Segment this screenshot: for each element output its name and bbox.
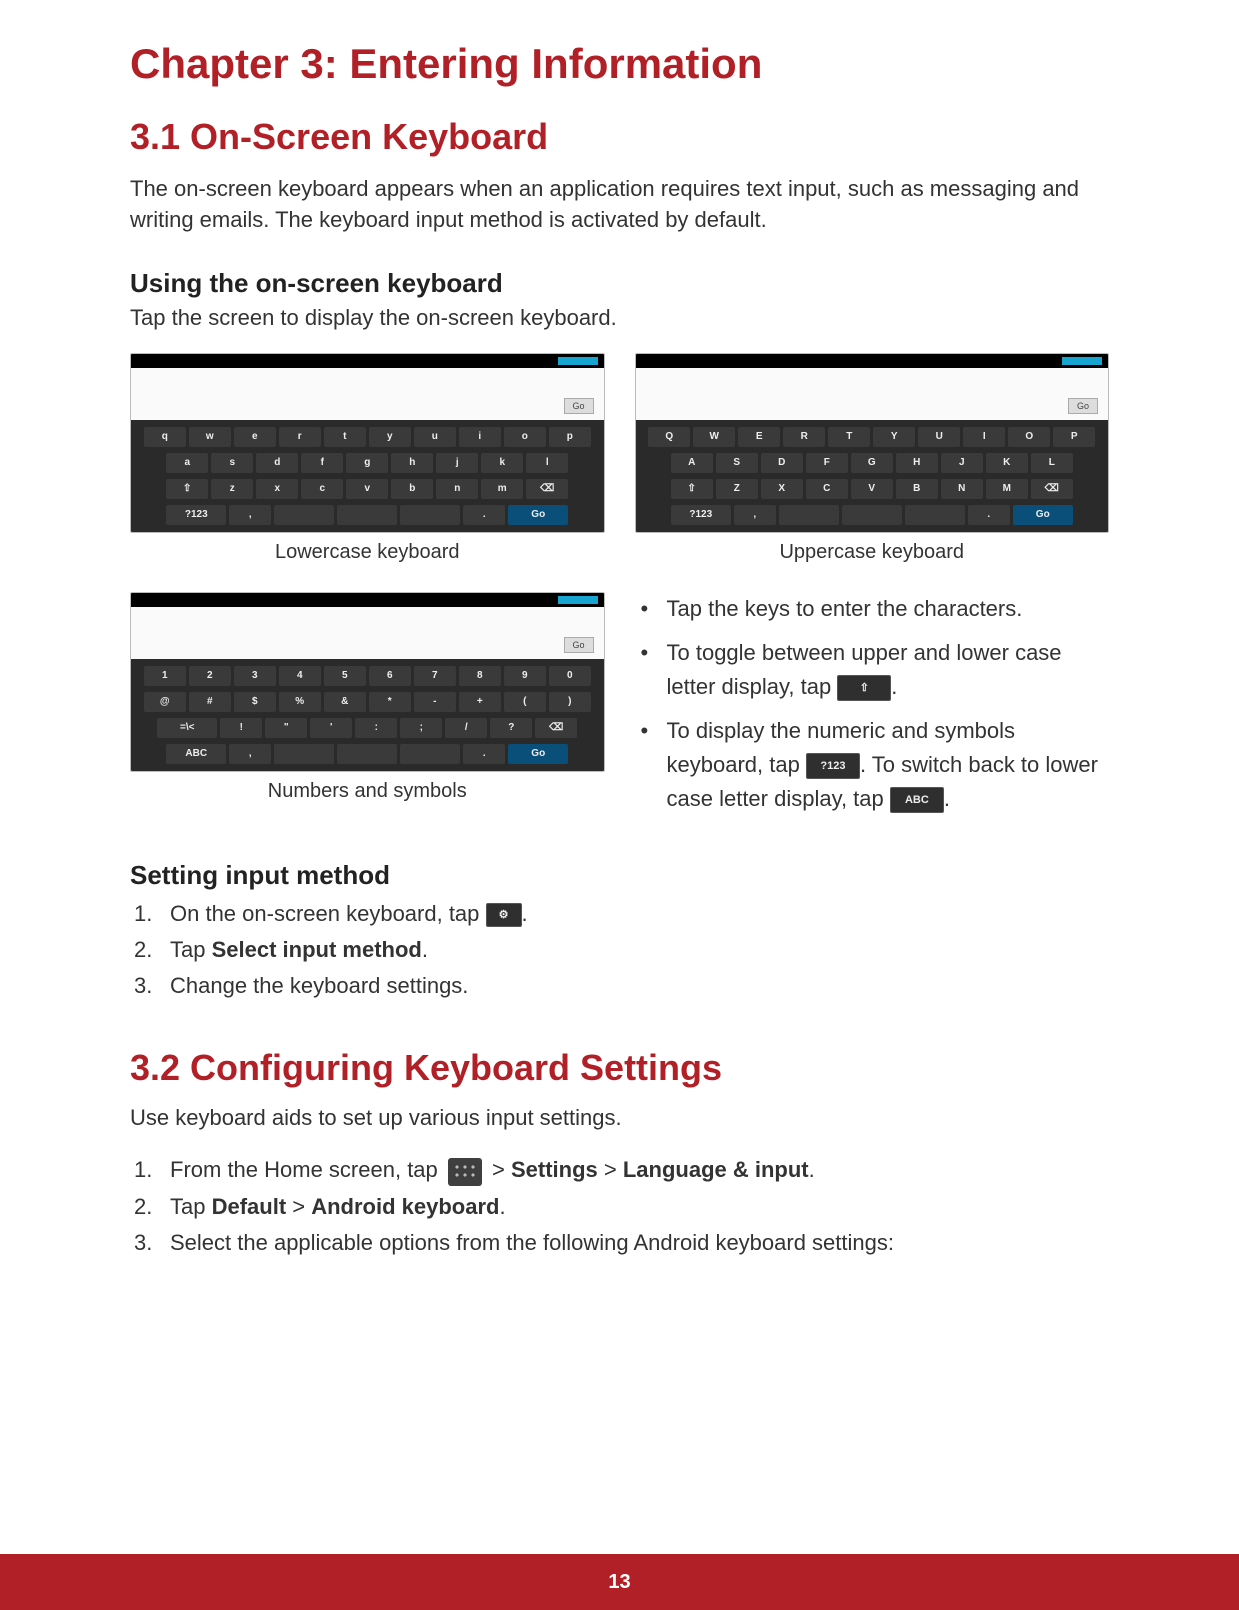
lowercase-caption: Lowercase keyboard [130,533,605,582]
numbers-symbols-keyboard-figure: Go 1234567890 @#$%&*-+() =\<!"':;/?⌫ ABC… [130,592,605,772]
page-number-footer: 13 [0,1554,1239,1610]
tip-toggle-case: To toggle between upper and lower case l… [635,636,1110,704]
config-step-3: Select the applicable options from the f… [130,1226,1109,1260]
mode-123-key-icon: ?123 [806,753,860,779]
using-text: Tap the screen to display the on-screen … [130,305,1109,331]
mode-abc-key-icon: ABC [890,787,944,813]
shift-key-icon: ⇧ [837,675,891,701]
uppercase-keyboard-figure: Go QWERTYUIOP ASDFGHJKL ⇧ZXCVBNM⌫ ?123,.… [635,353,1110,533]
config-step-1: From the Home screen, tap > Settings > L… [130,1153,1109,1187]
section-3-1-intro: The on-screen keyboard appears when an a… [130,174,1109,236]
step-2: Tap Select input method. [130,933,1109,967]
configure-keyboard-steps: From the Home screen, tap > Settings > L… [130,1153,1109,1259]
uppercase-caption: Uppercase keyboard [635,533,1110,582]
section-3-2-intro: Use keyboard aids to set up various inpu… [130,1105,1109,1131]
settings-gear-icon: ⚙ [486,903,522,927]
tip-enter-characters: Tap the keys to enter the characters. [635,592,1110,626]
tip-numeric-symbols: To display the numeric and symbols keybo… [635,714,1110,816]
step-3: Change the keyboard settings. [130,969,1109,1003]
go-button: Go [1068,398,1098,414]
numsym-caption: Numbers and symbols [130,772,605,821]
config-step-2: Tap Default > Android keyboard. [130,1190,1109,1224]
apps-grid-icon [448,1158,482,1186]
chapter-title: Chapter 3: Entering Information [130,40,1109,88]
go-button: Go [564,398,594,414]
keyboard-tips-list: Tap the keys to enter the characters. To… [635,592,1110,827]
lowercase-keyboard-figure: Go qwertyuiop asdfghjkl ⇧zxcvbnm⌫ ?123,.… [130,353,605,533]
go-button: Go [564,637,594,653]
section-3-1-heading: 3.1 On-Screen Keyboard [130,116,1109,158]
step-1: On the on-screen keyboard, tap ⚙. [130,897,1109,931]
setting-input-method-steps: On the on-screen keyboard, tap ⚙. Tap Se… [130,897,1109,1003]
setting-input-method-heading: Setting input method [130,860,1109,891]
section-3-2-heading: 3.2 Configuring Keyboard Settings [130,1047,1109,1089]
using-heading: Using the on-screen keyboard [130,268,1109,299]
